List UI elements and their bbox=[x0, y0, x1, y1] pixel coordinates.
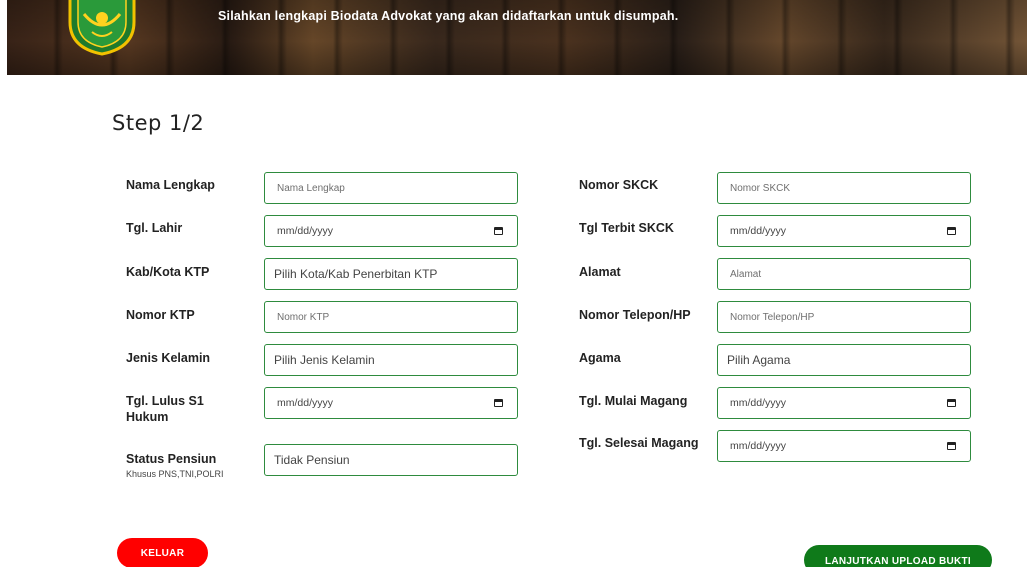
court-emblem-logo bbox=[68, 0, 136, 56]
calendar-icon[interactable] bbox=[494, 227, 503, 235]
nomor-ktp-input[interactable]: Nomor KTP bbox=[264, 301, 518, 333]
label-nomor-telepon: Nomor Telepon/HP bbox=[579, 308, 691, 322]
tgl-terbit-skck-date-input[interactable]: mm/dd/yyyy bbox=[717, 215, 971, 247]
jenis-kelamin-select[interactable]: Pilih Jenis Kelamin bbox=[264, 344, 518, 376]
logout-button[interactable]: KELUAR bbox=[117, 538, 208, 567]
continue-upload-button[interactable]: LANJUTKAN UPLOAD BUKTI bbox=[804, 545, 992, 567]
calendar-icon[interactable] bbox=[947, 227, 956, 235]
tgl-selesai-placeholder: mm/dd/yyyy bbox=[730, 440, 787, 452]
label-status-pensiun: Status Pensiun bbox=[126, 452, 217, 466]
label-tgl-selesai-magang: Tgl. Selesai Magang bbox=[579, 436, 699, 450]
tgl-terbit-placeholder: mm/dd/yyyy bbox=[730, 225, 787, 237]
tgl-mulai-placeholder: mm/dd/yyyy bbox=[730, 397, 787, 409]
kab-kota-ktp-select[interactable]: Pilih Kota/Kab Penerbitan KTP bbox=[264, 258, 518, 290]
tgl-lulus-placeholder: mm/dd/yyyy bbox=[277, 397, 334, 409]
calendar-icon[interactable] bbox=[947, 399, 956, 407]
step-title: Step 1/2 bbox=[112, 111, 205, 135]
label-kab-kota-ktp: Kab/Kota KTP bbox=[126, 265, 210, 279]
label-tgl-lahir: Tgl. Lahir bbox=[126, 221, 183, 235]
tgl-selesai-magang-date-input[interactable]: mm/dd/yyyy bbox=[717, 430, 971, 462]
tgl-lahir-date-input[interactable]: mm/dd/yyyy bbox=[264, 215, 518, 247]
label-tgl-lulus-s1: Tgl. Lulus S1 Hukum bbox=[126, 394, 204, 424]
banner-instruction: Silahkan lengkapi Biodata Advokat yang a… bbox=[218, 9, 679, 23]
label-jenis-kelamin: Jenis Kelamin bbox=[126, 351, 211, 365]
label-agama: Agama bbox=[579, 351, 621, 365]
calendar-icon[interactable] bbox=[947, 442, 956, 450]
alamat-input[interactable]: Alamat bbox=[717, 258, 971, 290]
label-nomor-skck: Nomor SKCK bbox=[579, 178, 659, 192]
label-nama-lengkap: Nama Lengkap bbox=[126, 178, 215, 192]
tgl-mulai-magang-date-input[interactable]: mm/dd/yyyy bbox=[717, 387, 971, 419]
header-banner: Silahkan lengkapi Biodata Advokat yang a… bbox=[7, 0, 1027, 75]
nomor-skck-input[interactable]: Nomor SKCK bbox=[717, 172, 971, 204]
calendar-icon[interactable] bbox=[494, 399, 503, 407]
label-alamat: Alamat bbox=[579, 265, 621, 279]
agama-select[interactable]: Pilih Agama bbox=[717, 344, 971, 376]
label-tgl-mulai-magang: Tgl. Mulai Magang bbox=[579, 394, 688, 408]
label-nomor-ktp: Nomor KTP bbox=[126, 308, 195, 322]
status-pensiun-select[interactable]: Tidak Pensiun bbox=[264, 444, 518, 476]
status-pensiun-hint: Khusus PNS,TNI,POLRI bbox=[126, 469, 224, 479]
label-tgl-terbit-skck: Tgl Terbit SKCK bbox=[579, 221, 674, 235]
tgl-lulus-s1-date-input[interactable]: mm/dd/yyyy bbox=[264, 387, 518, 419]
nama-lengkap-input[interactable]: Nama Lengkap bbox=[264, 172, 518, 204]
nomor-telepon-input[interactable]: Nomor Telepon/HP bbox=[717, 301, 971, 333]
tgl-lahir-placeholder: mm/dd/yyyy bbox=[277, 225, 334, 237]
